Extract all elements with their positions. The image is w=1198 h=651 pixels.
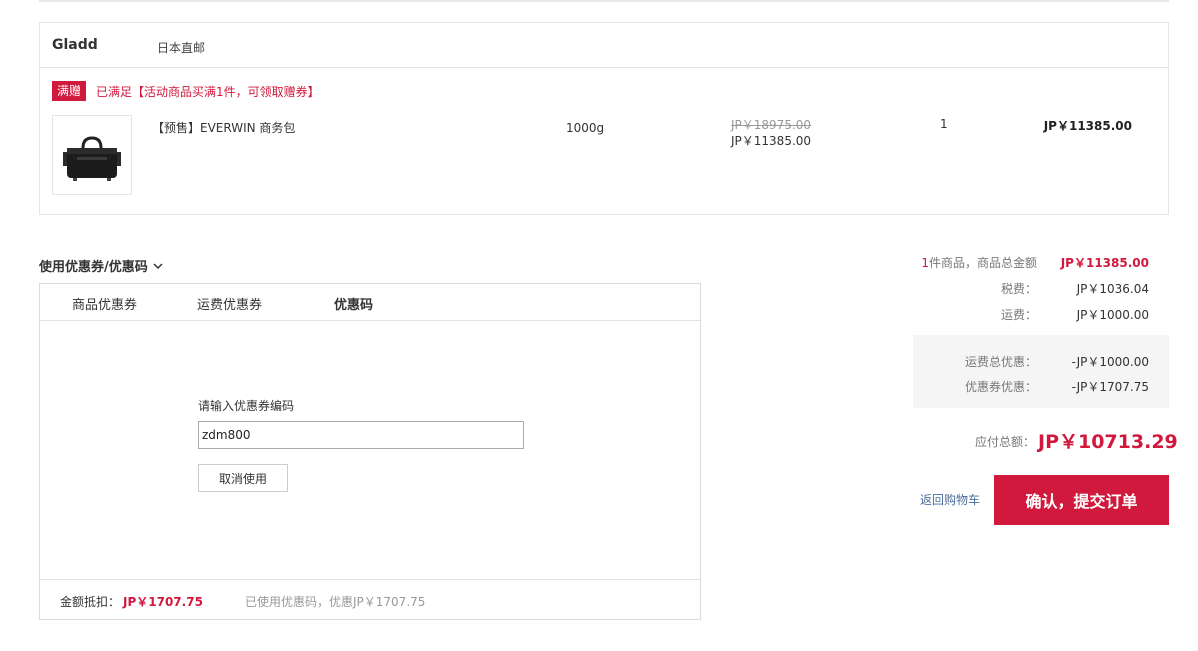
item-count: 1 xyxy=(921,256,929,270)
store-header: Gladd 日本直邮 xyxy=(40,23,1168,68)
summary-total-row: 1件商品，商品总金额 JP￥11385.00 xyxy=(921,254,1149,271)
line-total: JP￥11385.00 xyxy=(1043,119,1132,133)
coupon-discount-value: -JP￥1707.75 xyxy=(1071,380,1149,394)
submit-order-button[interactable]: 确认，提交订单 xyxy=(994,475,1169,525)
summary-tax-row: 税费： JP￥1036.04 xyxy=(1001,280,1149,297)
deduct-amount: JP￥1707.75 xyxy=(123,595,203,609)
promo-text: 已满足【活动商品买满1件，可领取赠券】 xyxy=(96,84,320,99)
unit-price: JP￥11385.00 xyxy=(731,134,812,148)
tab-product-coupon[interactable]: 商品优惠券 xyxy=(72,294,137,313)
order-item-box: Gladd 日本直邮 满赠 已满足【活动商品买满1件，可领取赠券】 【预售】EV… xyxy=(39,22,1169,215)
coupon-footer: 金额抵扣： JP￥1707.75 已使用优惠码，优惠JP￥1707.75 xyxy=(40,579,700,619)
quantity: 1 xyxy=(940,117,948,131)
item-total-label: 件商品，商品总金额 xyxy=(928,256,1037,270)
top-divider xyxy=(39,0,1169,2)
promo-tag: 满赠 xyxy=(52,81,87,101)
cancel-coupon-button[interactable]: 取消使用 xyxy=(198,464,288,492)
coupon-tabs: 商品优惠券 运费优惠券 优惠码 xyxy=(40,284,700,321)
promo-code-label: 请输入优惠券编码 xyxy=(198,399,295,413)
shipping-discount-value: -JP￥1000.00 xyxy=(1071,355,1149,369)
shipping-discount-label: 运费总优惠： xyxy=(964,355,1037,369)
item-total-value: JP￥11385.00 xyxy=(1060,256,1149,270)
product-image[interactable] xyxy=(52,115,132,195)
store-name[interactable]: Gladd xyxy=(52,37,98,53)
promo-row: 满赠 已满足【活动商品买满1件，可领取赠券】 xyxy=(52,81,320,101)
chevron-down-icon xyxy=(153,262,163,269)
coupon-section-toggle[interactable]: 使用优惠券/优惠码 xyxy=(39,256,164,275)
payable-label: 应付总额： xyxy=(975,435,1036,449)
summary-shipping-row: 运费： JP￥1000.00 xyxy=(1001,306,1149,323)
coupon-panel: 商品优惠券 运费优惠券 优惠码 请输入优惠券编码 取消使用 金额抵扣： JP￥1… xyxy=(39,283,701,620)
summary-coupon-discount-row: 优惠券优惠： -JP￥1707.75 xyxy=(965,378,1149,395)
product-weight: 1000g xyxy=(566,121,605,135)
tax-label: 税费： xyxy=(1000,282,1037,296)
original-price: JP￥18975.00 xyxy=(731,118,812,132)
product-name[interactable]: 【预售】EVERWIN 商务包 xyxy=(152,119,295,136)
tab-promo-code[interactable]: 优惠码 xyxy=(334,294,373,313)
used-coupon-note: 已使用优惠码，优惠JP￥1707.75 xyxy=(245,595,426,609)
coupon-section-title: 使用优惠券/优惠码 xyxy=(39,260,148,275)
briefcase-icon xyxy=(63,136,121,181)
deduct-label: 金额抵扣： xyxy=(60,595,121,609)
back-to-cart-link[interactable]: 返回购物车 xyxy=(920,491,980,508)
shipping-type: 日本直邮 xyxy=(157,41,206,55)
tab-shipping-coupon[interactable]: 运费优惠券 xyxy=(197,294,262,313)
coupon-discount-label: 优惠券优惠： xyxy=(964,380,1037,394)
discount-box xyxy=(913,335,1169,408)
shipping-label: 运费： xyxy=(1000,308,1037,322)
summary-shipping-discount-row: 运费总优惠： -JP￥1000.00 xyxy=(965,353,1149,370)
shipping-value: JP￥1000.00 xyxy=(1076,308,1149,322)
tax-value: JP￥1036.04 xyxy=(1076,282,1149,296)
promo-code-input[interactable] xyxy=(198,421,524,449)
payable-value: JP￥10713.29 xyxy=(1038,431,1178,453)
